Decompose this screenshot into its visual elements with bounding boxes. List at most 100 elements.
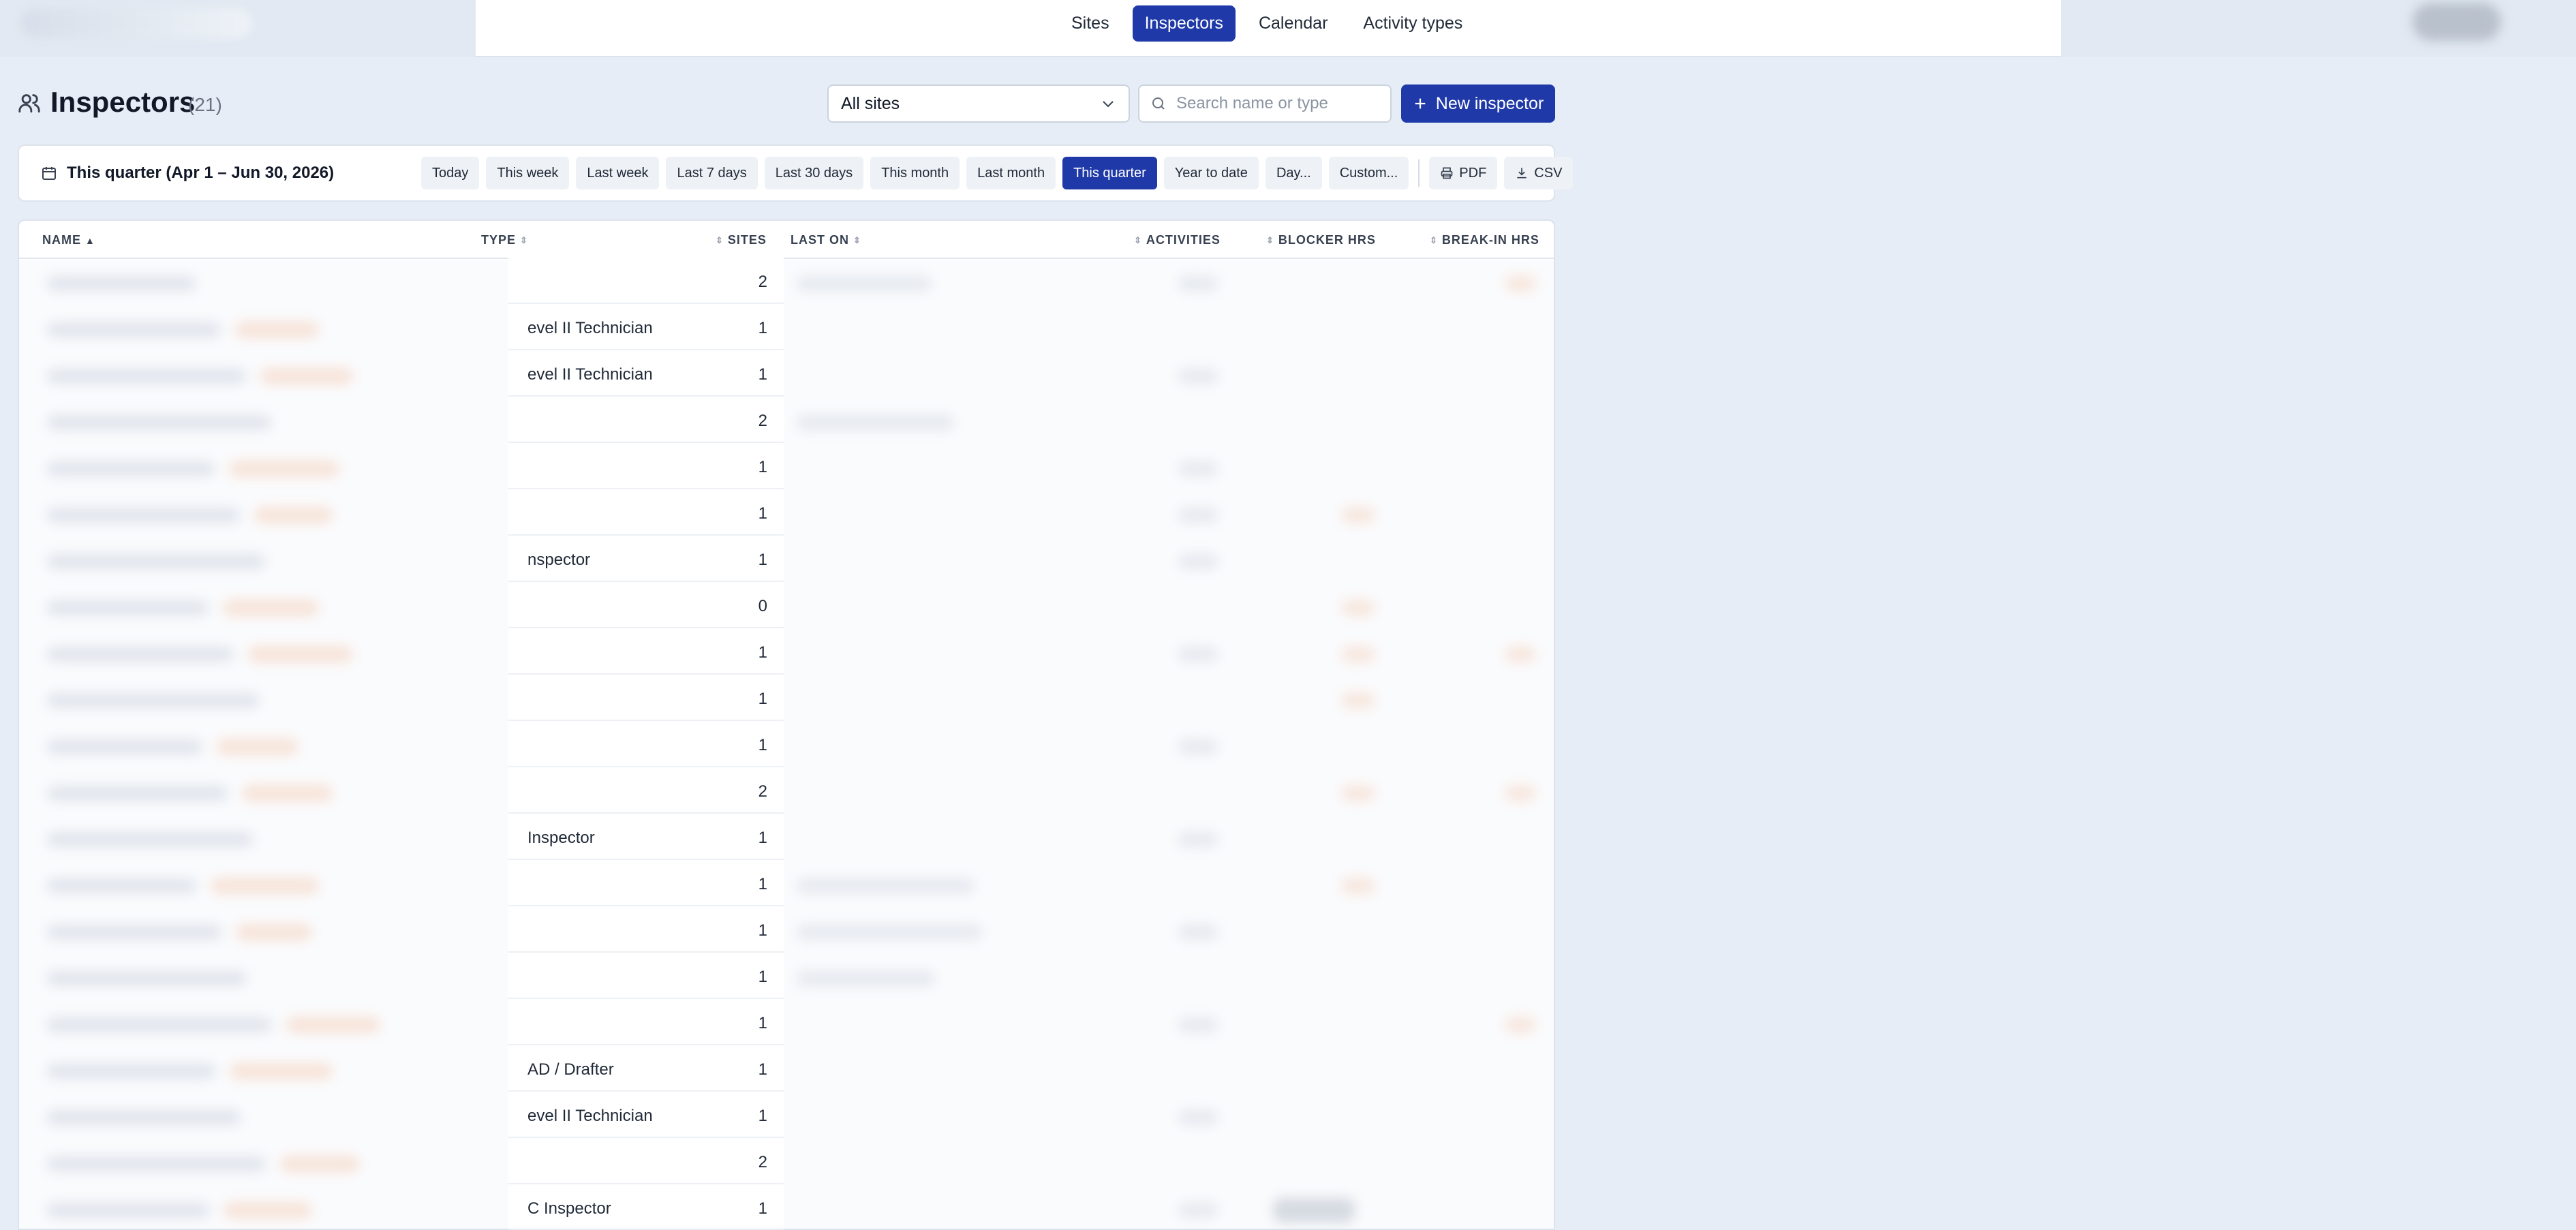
sort-icon: ⇕ — [716, 234, 724, 245]
new-inspector-button[interactable]: New inspector — [1401, 84, 1555, 123]
table-row[interactable]: 1 — [508, 721, 784, 767]
date-range-bar: This quarter (Apr 1 – Jun 30, 2026) Toda… — [18, 144, 1574, 202]
table-row[interactable]: 1 — [508, 628, 784, 675]
blur-overlay — [19, 260, 1554, 1229]
row-sites: 1 — [758, 921, 767, 940]
col-activities[interactable]: ⇕ ACTIVITIES — [1134, 233, 1221, 247]
preset-this-quarter[interactable]: This quarter — [1062, 157, 1157, 189]
preset-last-month[interactable]: Last month — [966, 157, 1056, 189]
row-sites: 1 — [758, 829, 767, 847]
table-row[interactable]: 2 — [508, 767, 784, 814]
row-sites: 2 — [758, 782, 767, 801]
site-select-value: All sites — [841, 93, 900, 113]
col-type-label: TYPE — [481, 233, 517, 247]
table-row[interactable]: evel II Technician 1 — [508, 1092, 784, 1138]
range-presets: Today This week Last week Last 7 days La… — [421, 157, 1574, 189]
visible-columns-strip: 2 evel II Technician 1 evel II Technician 1 2… — [508, 258, 784, 1230]
col-sites[interactable]: ⇕ SITES — [716, 233, 767, 247]
col-name[interactable]: NAME ▲ — [42, 233, 95, 247]
col-blocker-hrs-label: BLOCKER HRS — [1278, 233, 1376, 247]
inspector-count: (21) — [188, 94, 222, 115]
export-pdf-button[interactable]: PDF — [1429, 157, 1498, 189]
row-sites: 1 — [758, 551, 767, 569]
table-row[interactable]: 2 — [508, 397, 784, 443]
row-sites: 2 — [758, 1153, 767, 1171]
col-break-in-hrs-label: BREAK-IN HRS — [1441, 233, 1539, 247]
search-box[interactable] — [1138, 84, 1392, 123]
row-sites: 0 — [758, 597, 767, 615]
main-nav: Sites Inspectors Calendar Activity types — [1059, 5, 1475, 42]
nav-sites[interactable]: Sites — [1059, 5, 1122, 42]
table-row[interactable]: 1 — [508, 443, 784, 489]
preset-this-month[interactable]: This month — [870, 157, 960, 189]
row-type: evel II Technician — [527, 1107, 653, 1125]
divider — [1418, 159, 1420, 187]
table-row[interactable]: AD / Drafter 1 — [508, 1045, 784, 1092]
table-row[interactable]: 1 — [508, 675, 784, 721]
search-input[interactable] — [1176, 94, 1374, 113]
col-break-in-hrs[interactable]: ⇕ BREAK-IN HRS — [1430, 233, 1539, 247]
preset-today[interactable]: Today — [421, 157, 480, 189]
preset-day[interactable]: Day... — [1265, 157, 1322, 189]
row-type: C Inspector — [527, 1199, 611, 1218]
row-sites: 2 — [758, 273, 767, 291]
row-sites: 1 — [758, 1107, 767, 1125]
table-row[interactable]: nspector 1 — [508, 536, 784, 582]
range-label[interactable]: This quarter (Apr 1 – Jun 30, 2026) — [41, 164, 334, 183]
sort-icon: ⇕ — [1430, 234, 1438, 245]
range-label-text: This quarter (Apr 1 – Jun 30, 2026) — [67, 164, 335, 182]
row-sites: 1 — [758, 1014, 767, 1032]
row-type: evel II Technician — [527, 319, 653, 337]
row-type: Inspector — [527, 829, 595, 847]
preset-last-7-days[interactable]: Last 7 days — [666, 157, 758, 189]
row-sites: 1 — [758, 690, 767, 708]
sort-icon: ⇕ — [520, 234, 528, 245]
top-bar: Sites Inspectors Calendar Activity types — [0, 0, 2576, 57]
brand-logo[interactable] — [20, 8, 252, 38]
table-row[interactable]: 2 — [508, 258, 784, 304]
col-sites-label: SITES — [727, 233, 767, 247]
table-row[interactable]: 2 — [508, 1138, 784, 1184]
users-icon — [18, 94, 40, 113]
row-type: AD / Drafter — [527, 1060, 614, 1079]
preset-custom[interactable]: Custom... — [1328, 157, 1409, 189]
row-sites: 2 — [758, 412, 767, 430]
table-row[interactable]: 0 — [508, 582, 784, 628]
row-sites: 1 — [758, 365, 767, 384]
col-type[interactable]: TYPE ⇕ — [481, 233, 528, 247]
col-name-label: NAME — [42, 233, 81, 247]
export-csv-button[interactable]: CSV — [1504, 157, 1574, 189]
user-avatar[interactable] — [2412, 3, 2501, 41]
table-row[interactable]: 1 — [508, 489, 784, 536]
table-row[interactable]: 1 — [508, 860, 784, 906]
table-row[interactable]: Inspector 1 — [508, 814, 784, 860]
table-row[interactable]: 1 — [508, 999, 784, 1045]
table-row[interactable]: 1 — [508, 906, 784, 953]
preset-last-week[interactable]: Last week — [576, 157, 660, 189]
col-last-on[interactable]: LAST ON ⇕ — [791, 233, 861, 247]
nav-activity-types[interactable]: Activity types — [1351, 5, 1475, 42]
preset-last-30-days[interactable]: Last 30 days — [764, 157, 864, 189]
table-row[interactable]: evel II Technician 1 — [508, 304, 784, 350]
sort-asc-icon: ▲ — [85, 234, 95, 246]
preset-year-to-date[interactable]: Year to date — [1163, 157, 1259, 189]
export-pdf-label: PDF — [1459, 165, 1487, 181]
site-select[interactable]: All sites — [827, 84, 1130, 123]
table-row[interactable]: 1 — [508, 953, 784, 999]
printer-icon — [1441, 167, 1453, 179]
row-sites: 1 — [758, 1060, 767, 1079]
table-row[interactable]: evel II Technician 1 — [508, 350, 784, 397]
chevron-down-icon — [1103, 101, 1114, 108]
nav-inspectors[interactable]: Inspectors — [1132, 5, 1236, 42]
row-sites: 1 — [758, 458, 767, 476]
preset-this-week[interactable]: This week — [486, 157, 570, 189]
sort-icon: ⇕ — [853, 234, 861, 245]
col-blocker-hrs[interactable]: ⇕ BLOCKER HRS — [1266, 233, 1376, 247]
inspectors-table: NAME ▲ TYPE ⇕ ⇕ SITES LAST ON ⇕ ⇕ ACTIVITIES … — [18, 219, 1555, 1230]
col-last-on-label: LAST ON — [791, 233, 849, 247]
col-activities-label: ACTIVITIES — [1146, 233, 1221, 247]
nav-calendar[interactable]: Calendar — [1246, 5, 1340, 42]
table-row[interactable]: C Inspector 1 — [508, 1184, 784, 1230]
row-sites: 1 — [758, 1199, 767, 1218]
plus-icon — [1415, 98, 1426, 109]
